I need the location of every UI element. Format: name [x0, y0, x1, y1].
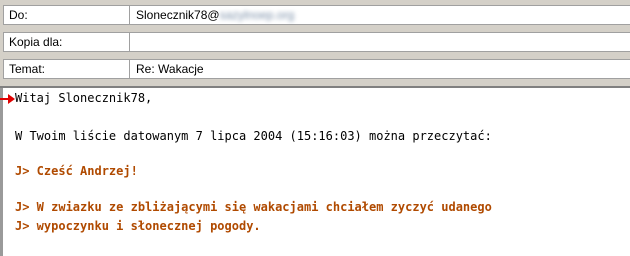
subject-label: Temat: — [3, 59, 130, 79]
subject-row: Temat: Re: Wakacje — [3, 59, 630, 79]
to-label: Do: — [3, 5, 130, 25]
quoted-line: J> W zwiazku ze zbliżającymi się wakacja… — [15, 200, 492, 214]
quote-intro-line: W Twoim liście datowanym 7 lipca 2004 (1… — [15, 129, 492, 143]
message-body[interactable]: Witaj Slonecznik78, W Twoim liście datow… — [0, 88, 630, 256]
cc-row: Kopia dla: — [3, 32, 630, 52]
quoted-line: J> Cześć Andrzej! — [15, 164, 138, 178]
to-field[interactable]: Slonecznik78@sazylnoep.org — [129, 5, 630, 25]
greeting-line: Witaj Slonecznik78, — [15, 91, 153, 105]
to-address-visible: Slonecznik78@ — [136, 8, 220, 22]
email-compose-window: Do: Slonecznik78@sazylnoep.org Kopia dla… — [0, 0, 630, 256]
cc-field[interactable] — [129, 32, 630, 52]
cc-label: Kopia dla: — [3, 32, 130, 52]
message-header: Do: Slonecznik78@sazylnoep.org Kopia dla… — [0, 0, 630, 88]
to-address-domain-blurred: sazylnoep.org — [219, 8, 295, 22]
subject-field[interactable]: Re: Wakacje — [129, 59, 630, 79]
red-arrow-icon — [0, 94, 15, 104]
quoted-line: J> wypoczynku i słonecznej pogody. — [15, 219, 261, 233]
to-row: Do: Slonecznik78@sazylnoep.org — [3, 5, 630, 25]
